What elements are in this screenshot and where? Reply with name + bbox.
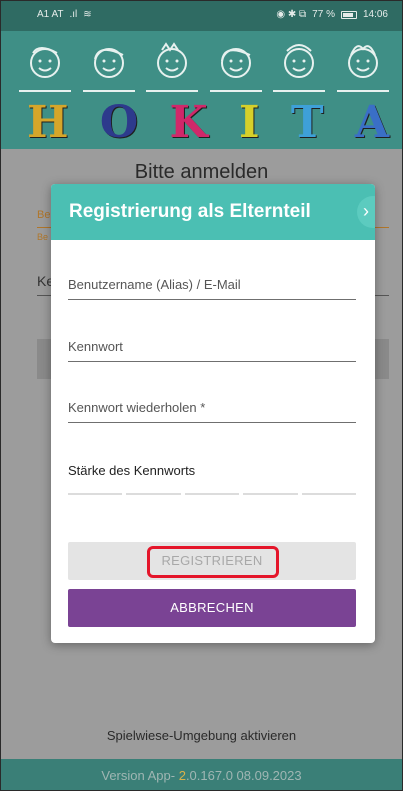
child-drawing-icon xyxy=(209,48,262,92)
version-footer: Version App- 2.0.167.0 08.09.2023 xyxy=(1,759,402,790)
version-prefix: Version App- xyxy=(101,768,179,783)
cancel-button[interactable]: ABBRECHEN xyxy=(68,589,356,627)
battery-percent: 77 % xyxy=(312,9,335,20)
strength-segment xyxy=(301,493,357,495)
logo-letter-o: O xyxy=(99,97,139,148)
signal-icon: .ıl xyxy=(69,9,78,20)
wifi-icon: ≋ xyxy=(83,9,92,20)
carrier-label: A1 AT xyxy=(37,9,64,20)
logo-letter-i: I xyxy=(238,97,260,148)
password-input[interactable] xyxy=(68,332,356,360)
version-highlight: 2 xyxy=(178,768,186,783)
app-screen: A1 AT .ıl ≋ ◉ ✱ ⧉ 77 % 14:06 H O K I T A xyxy=(0,0,403,791)
logo-letter-k: K xyxy=(169,97,208,148)
status-left: A1 AT .ıl ≋ xyxy=(37,9,92,20)
logo-letter-h: H xyxy=(27,97,69,148)
status-right: ◉ ✱ ⧉ 77 % 14:06 xyxy=(276,9,388,20)
password-repeat-input[interactable] xyxy=(68,393,356,421)
password-repeat-field[interactable] xyxy=(68,393,356,423)
username-input[interactable] xyxy=(68,270,356,298)
hokita-logo: H O K I T A xyxy=(27,97,389,145)
password-field[interactable] xyxy=(68,332,356,362)
logo-letter-t: T xyxy=(290,97,324,148)
password-strength-meter xyxy=(68,493,357,495)
clock: 14:06 xyxy=(362,9,388,20)
strength-segment xyxy=(126,493,181,495)
close-icon[interactable]: › xyxy=(357,196,375,228)
logo-letter-a: A xyxy=(354,97,389,148)
strength-segment xyxy=(68,493,123,495)
strength-segment xyxy=(184,493,240,495)
child-drawing-icon xyxy=(336,45,389,92)
battery-icon xyxy=(340,10,357,19)
page-title: Bitte anmelden xyxy=(134,161,269,183)
sandbox-link[interactable]: Spielwiese-Umgebung aktivieren xyxy=(1,728,402,743)
strength-segment xyxy=(243,493,298,495)
username-hint-partial: Be xyxy=(37,232,49,242)
username-label-partial: Be xyxy=(37,209,51,221)
child-drawing-icon xyxy=(19,47,71,92)
version-rest: .0.167.0 08.09.2023 xyxy=(185,768,302,783)
register-highlight-box xyxy=(147,546,279,578)
status-bar: A1 AT .ıl ≋ ◉ ✱ ⧉ 77 % 14:06 xyxy=(1,1,402,31)
status-indicators-icon: ◉ ✱ ⧉ xyxy=(276,9,307,20)
dialog-title: Registrierung als Elternteil xyxy=(69,201,311,222)
kids-illustration xyxy=(19,41,389,101)
child-drawing-icon xyxy=(273,44,326,92)
password-strength-label: Stärke des Kennworts xyxy=(68,463,196,478)
registration-dialog: Registrierung als Elternteil › Stärke de… xyxy=(51,184,375,643)
username-field[interactable] xyxy=(68,270,356,300)
app-header: H O K I T A xyxy=(1,31,402,149)
child-drawing-icon xyxy=(146,42,199,92)
dialog-header: Registrierung als Elternteil › xyxy=(51,184,375,240)
child-drawing-icon xyxy=(82,48,135,92)
